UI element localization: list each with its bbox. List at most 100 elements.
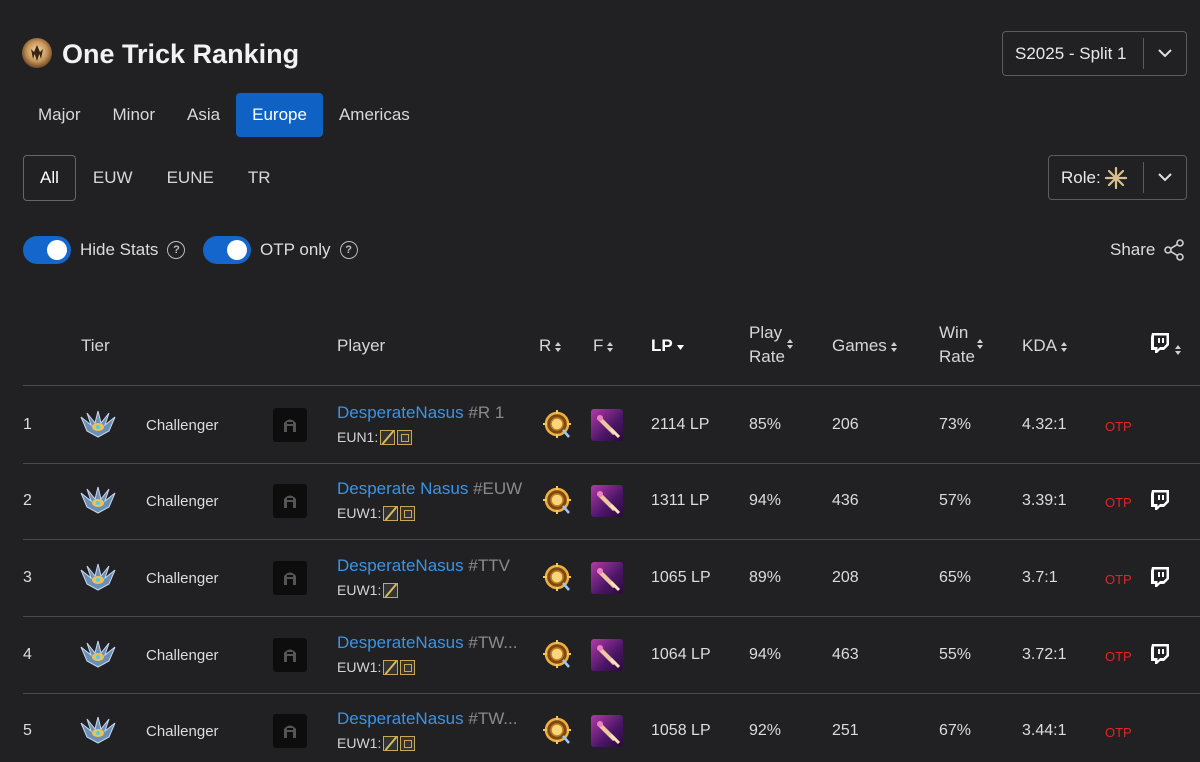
otp-only-toggle[interactable] <box>203 236 251 264</box>
season-select-label: S2025 - Split 1 <box>1015 43 1127 63</box>
rank-number: 1 <box>23 416 32 433</box>
logo-icon <box>22 38 52 68</box>
chevron-down-icon[interactable] <box>1144 49 1186 58</box>
sort-icon <box>1060 341 1067 352</box>
player-name-link[interactable]: DesperateNasus #TW... <box>337 633 517 653</box>
server-tabs: All EUW EUNE TR <box>23 155 287 201</box>
server-label: EUW1: <box>337 659 382 675</box>
rank-number: 2 <box>23 492 32 509</box>
play-rate-value: 89% <box>749 569 782 586</box>
win-rate-value: 55% <box>939 646 972 663</box>
item-icon <box>397 429 413 445</box>
server-label: EUW1: <box>337 735 382 751</box>
games-value: 436 <box>832 492 859 509</box>
player-tag: #EUW <box>473 479 523 498</box>
twitch-icon[interactable] <box>1149 643 1171 665</box>
player-name-link[interactable]: DesperateNasus #TTV <box>337 556 510 576</box>
summoner-spell-icon <box>591 485 623 517</box>
server-tab-euw[interactable]: EUW <box>76 155 150 201</box>
tier-name: Challenger <box>146 493 219 510</box>
player-name-link[interactable]: DesperateNasus #TW... <box>337 709 517 729</box>
rune-icon <box>543 486 571 514</box>
challenger-icon <box>80 563 116 591</box>
table-row[interactable]: 4 Challenger DesperateNasus #TW... EUW1: 106… <box>23 617 1200 694</box>
chevron-down-icon[interactable] <box>1144 173 1186 182</box>
region-tabs: Major Minor Asia Europe Americas <box>22 93 426 137</box>
tab-europe[interactable]: Europe <box>236 93 323 137</box>
header-r[interactable]: R <box>539 334 562 358</box>
hide-stats-toggle[interactable] <box>23 236 71 264</box>
server-tab-eune[interactable]: EUNE <box>150 155 231 201</box>
player-name: DesperateNasus <box>337 633 464 652</box>
header-twitch[interactable] <box>1149 332 1182 361</box>
header-kda[interactable]: KDA <box>1022 334 1068 358</box>
win-rate-value: 65% <box>939 569 972 586</box>
otp-only-control: OTP only ? <box>203 236 358 264</box>
season-select[interactable]: S2025 - Split 1 <box>1002 31 1187 76</box>
table-row[interactable]: 3 Challenger DesperateNasus #TTV EUW1: 1065 … <box>23 540 1200 617</box>
sort-icon <box>607 341 614 352</box>
player-tag: #TW... <box>468 633 518 652</box>
share-label: Share <box>1110 240 1156 259</box>
share-button[interactable]: Share <box>1110 238 1185 262</box>
summoner-spell-icon <box>591 715 623 747</box>
role-select-label: Role: <box>1049 165 1143 191</box>
help-icon[interactable]: ? <box>339 241 358 259</box>
player-server: EUW1: <box>337 582 399 598</box>
challenger-icon <box>80 410 116 438</box>
server-tab-tr[interactable]: TR <box>231 155 288 201</box>
header-f[interactable]: F <box>593 334 614 358</box>
kda-value: 3.7:1 <box>1022 569 1058 586</box>
help-icon[interactable]: ? <box>167 241 186 259</box>
player-server: EUW1: <box>337 659 416 675</box>
table-row[interactable]: 2 Challenger Desperate Nasus #EUW EUW1: 1311… <box>23 463 1200 540</box>
header-play-rate[interactable]: Play Rate <box>749 321 785 369</box>
champion-icon <box>273 714 307 748</box>
table-row[interactable]: 1 Challenger DesperateNasus #R 1 EUN1: 2114 … <box>23 387 1200 464</box>
twitch-icon[interactable] <box>1149 489 1171 511</box>
twitch-icon[interactable] <box>1149 566 1171 588</box>
twitch-icon <box>1151 333 1169 353</box>
table-row[interactable]: 5 Challenger DesperateNasus #TW... EUW1: 105… <box>23 693 1200 762</box>
header-play-rate-label: Rate <box>749 347 785 366</box>
summoner-spell-icon <box>591 562 623 594</box>
server-tab-all[interactable]: All <box>23 155 76 201</box>
player-name-link[interactable]: DesperateNasus #R 1 <box>337 403 504 423</box>
champion-icon <box>273 561 307 595</box>
sort-icon <box>1175 344 1181 355</box>
player-server: EUN1: <box>337 429 413 445</box>
win-rate-value: 73% <box>939 416 972 433</box>
header-win-rate[interactable]: Win Rate <box>939 321 975 369</box>
tab-asia[interactable]: Asia <box>171 93 236 137</box>
role-all-icon <box>1104 166 1127 189</box>
player-name-link[interactable]: Desperate Nasus #EUW <box>337 479 522 499</box>
item-icon <box>383 582 399 598</box>
rune-icon <box>543 563 571 591</box>
challenger-icon <box>80 640 116 668</box>
toggle-knob <box>47 240 67 260</box>
item-icon <box>400 659 416 675</box>
tab-major[interactable]: Major <box>22 93 97 137</box>
games-value: 208 <box>832 569 859 586</box>
item-icon <box>380 429 396 445</box>
header-win-label: Win <box>939 323 969 342</box>
rune-icon <box>543 716 571 744</box>
lp-value: 1064 LP <box>651 646 711 663</box>
item-icon <box>383 659 399 675</box>
tier-name: Challenger <box>146 417 219 434</box>
header-player: Player <box>337 336 386 355</box>
server-label: EUW1: <box>337 582 382 598</box>
tier-name: Challenger <box>146 570 219 587</box>
item-icon <box>383 505 399 521</box>
summoner-spell-icon <box>591 409 623 441</box>
tab-minor[interactable]: Minor <box>97 93 172 137</box>
otp-badge: OTP <box>1105 649 1132 664</box>
rune-icon <box>543 410 571 438</box>
header-games-label: Games <box>832 336 887 355</box>
role-select[interactable]: Role: <box>1048 155 1187 200</box>
header-lp[interactable]: LP <box>651 334 685 358</box>
tab-americas[interactable]: Americas <box>323 93 426 137</box>
tier-name: Challenger <box>146 723 219 740</box>
hide-stats-control: Hide Stats ? <box>23 236 186 264</box>
header-games[interactable]: Games <box>832 334 898 358</box>
